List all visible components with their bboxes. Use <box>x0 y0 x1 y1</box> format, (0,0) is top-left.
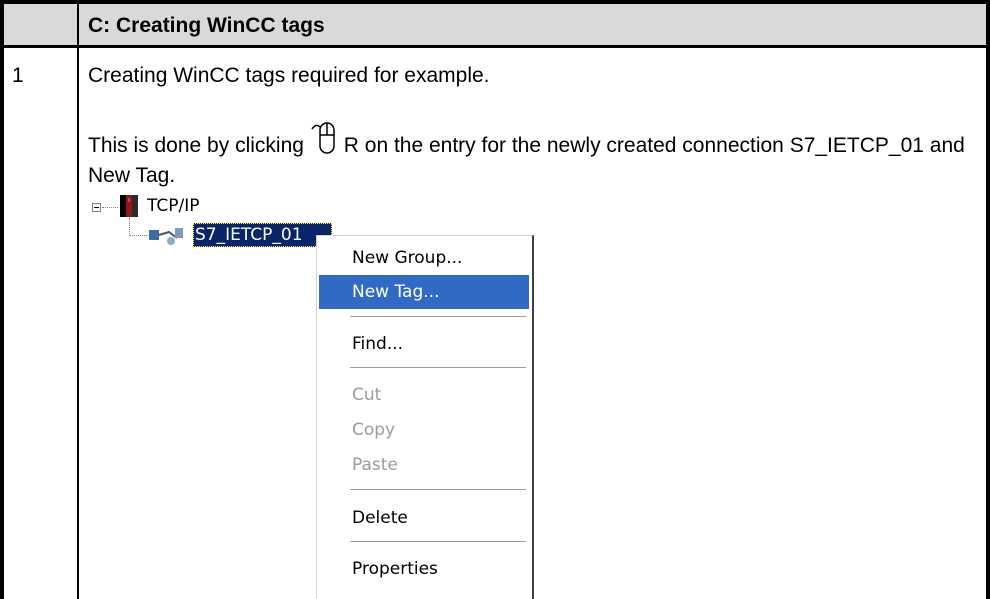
menu-item-copy[interactable]: Copy <box>319 413 529 447</box>
step-number: 1 <box>12 64 24 87</box>
tree-item-tcpip[interactable]: TCP/IP <box>147 196 200 216</box>
instruction-table: C: Creating WinCC tags 1 Creating WinCC … <box>0 0 990 599</box>
menu-item-delete[interactable]: Delete <box>319 501 529 535</box>
step-text-line1: Creating WinCC tags required for example… <box>88 64 490 87</box>
menu-item-properties[interactable]: Properties <box>319 552 529 586</box>
menu-item-find[interactable]: Find... <box>319 327 529 361</box>
tree-connector <box>129 235 147 236</box>
menu-item-cut[interactable]: Cut <box>319 378 529 412</box>
context-menu: New Group... New Tag... Find... Cut Copy… <box>316 235 534 599</box>
step-text-line2: This is done by clicking R on the entry … <box>88 121 978 191</box>
table-border-header <box>0 45 990 48</box>
menu-separator <box>350 316 526 318</box>
menu-item-new-tag[interactable]: New Tag... <box>319 275 529 309</box>
table-border-top <box>0 0 990 4</box>
table-border-left <box>0 0 4 599</box>
connection-icon <box>147 224 187 248</box>
menu-separator <box>350 367 526 369</box>
table-column-divider <box>77 0 79 599</box>
tree-connector <box>129 218 130 236</box>
menu-separator <box>350 541 526 543</box>
tree-item-s7-ietcp-01[interactable]: S7_IETCP_01 <box>193 223 332 247</box>
network-unit-icon <box>120 195 138 217</box>
menu-item-paste[interactable]: Paste <box>319 448 529 482</box>
table-border-right <box>986 0 990 599</box>
collapse-minus-icon[interactable] <box>92 203 101 212</box>
menu-separator <box>350 489 526 491</box>
table-header-title: C: Creating WinCC tags <box>88 14 325 37</box>
mouse-right-click-icon <box>310 121 344 157</box>
step-text-before-icon: This is done by clicking <box>88 134 310 157</box>
tree-connector <box>102 207 118 208</box>
menu-item-new-group[interactable]: New Group... <box>319 241 529 275</box>
